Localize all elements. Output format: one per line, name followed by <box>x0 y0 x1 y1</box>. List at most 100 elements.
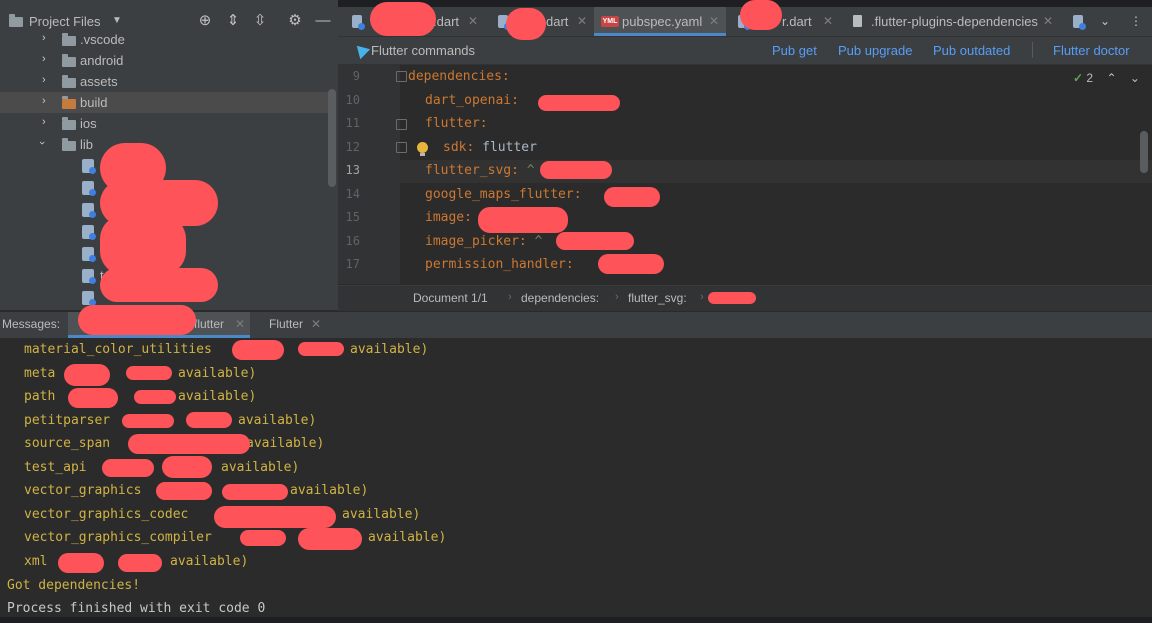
tree-item-ios[interactable]: › ios <box>0 113 330 134</box>
dart-file-icon <box>1073 15 1086 30</box>
messages-console[interactable]: material_color_utilities available) meta a… <box>0 338 1152 623</box>
yaml-colon: : <box>511 163 519 178</box>
tree-item-build[interactable]: › build <box>0 92 330 113</box>
breadcrumb-document[interactable]: Document 1/1 <box>413 291 488 305</box>
yaml-key: flutter <box>425 116 480 131</box>
yaml-file-icon: YML <box>601 16 619 27</box>
redaction-mark <box>740 0 782 30</box>
tab-messages-flutter-2[interactable]: Flutter <box>269 317 303 331</box>
chevron-up-icon[interactable]: ⌃ <box>1106 71 1116 85</box>
console-line: petitparser available) <box>24 413 316 428</box>
redaction-mark <box>100 268 218 302</box>
close-icon[interactable]: ✕ <box>709 14 719 28</box>
hide-icon[interactable]: — <box>315 13 331 29</box>
chevron-down-icon[interactable]: ▼ <box>112 15 122 26</box>
dart-file-icon <box>82 225 96 240</box>
yaml-value: flutter <box>474 140 537 155</box>
redaction-mark <box>222 484 288 500</box>
inspection-widget[interactable]: ✓ 2 ⌃ ⌄ <box>1073 71 1140 85</box>
available-text: available) <box>342 507 421 522</box>
chevron-right-icon[interactable]: › <box>42 74 46 86</box>
dart-file-icon <box>82 269 96 284</box>
tree-item-lib[interactable]: › lib <box>0 134 330 155</box>
package-name: xml <box>24 554 48 569</box>
tab-pubspec-yaml[interactable]: YML pubspec.yaml ✕ <box>594 7 726 36</box>
breadcrumb-flutter-svg[interactable]: flutter_svg: <box>628 291 687 305</box>
tree-item-label: build <box>80 95 108 110</box>
yaml-colon: : <box>501 69 510 84</box>
chevron-down-icon[interactable]: › <box>36 141 48 145</box>
tree-item-vscode[interactable]: › .vscode <box>0 29 330 50</box>
divider <box>1032 42 1033 58</box>
pub-upgrade-link[interactable]: Pub upgrade <box>838 43 912 58</box>
close-icon[interactable]: ✕ <box>823 14 833 28</box>
locate-icon[interactable]: ⊕ <box>197 13 213 29</box>
line-number: 11 <box>345 116 360 130</box>
messages-label: Messages: <box>2 317 61 331</box>
yaml-key: dart_openai <box>425 93 512 108</box>
code-line: permission_handler: <box>425 257 574 272</box>
package-name: source_span <box>24 436 111 451</box>
chevron-down-icon[interactable]: ⌄ <box>1100 14 1110 28</box>
folder-icon <box>62 117 76 130</box>
close-icon[interactable]: ✕ <box>1043 14 1053 28</box>
close-icon[interactable]: ✕ <box>311 317 321 331</box>
tab-label: r.dart <box>782 14 812 29</box>
check-icon: ✓ <box>1073 71 1084 85</box>
project-scrollbar[interactable] <box>328 89 336 187</box>
line-number: 16 <box>345 234 360 248</box>
expand-all-icon[interactable]: ⇕ <box>225 13 241 29</box>
available-text: available) <box>350 342 429 357</box>
flutter-commands-title: Flutter commands <box>371 43 476 58</box>
fold-icon[interactable] <box>396 71 407 82</box>
redaction-mark <box>708 292 756 304</box>
dart-file-icon <box>352 15 365 30</box>
code-line: dependencies: <box>408 69 510 84</box>
pub-get-link[interactable]: Pub get <box>772 43 817 58</box>
chevron-right-icon[interactable]: › <box>42 95 46 107</box>
fold-icon[interactable] <box>396 142 407 153</box>
yaml-colon: : <box>479 116 488 131</box>
console-line: source_span available) <box>24 436 324 451</box>
tree-item-android[interactable]: › android <box>0 50 330 71</box>
process-finished-line: Process finished with exit code 0 <box>7 601 266 616</box>
fold-icon[interactable] <box>396 119 407 130</box>
tab-flutter-plugins-dependencies[interactable]: .flutter-plugins-dependencies ✕ <box>840 7 1058 36</box>
yaml-colon: : <box>511 93 519 108</box>
close-icon[interactable]: ✕ <box>235 317 245 331</box>
gear-icon[interactable]: ⚙ <box>287 13 303 29</box>
redaction-mark <box>68 388 118 408</box>
collapse-all-icon[interactable]: ⇳ <box>252 13 268 29</box>
chevron-right-icon: › <box>508 291 512 303</box>
code-editor[interactable]: 9 10 11 12 13 14 15 16 17 dependencies: … <box>338 65 1152 284</box>
yaml-key: permission_handler <box>425 257 566 272</box>
redaction-mark <box>162 456 212 478</box>
lightbulb-icon[interactable] <box>417 142 428 156</box>
chevron-down-icon[interactable]: ⌄ <box>1130 71 1140 85</box>
close-icon[interactable]: ✕ <box>468 14 478 28</box>
package-name: vector_graphics_compiler <box>24 530 212 545</box>
close-icon[interactable]: ✕ <box>577 14 587 28</box>
available-text: available) <box>368 530 447 545</box>
breadcrumb-dependencies[interactable]: dependencies: <box>521 291 599 305</box>
editor-scrollbar[interactable] <box>1140 131 1148 173</box>
chevron-right-icon[interactable]: › <box>42 116 46 128</box>
yaml-value: ^ <box>526 234 543 249</box>
project-view-selector[interactable]: Project Files <box>29 14 101 29</box>
flutter-doctor-link[interactable]: Flutter doctor <box>1053 43 1130 58</box>
chevron-right-icon: › <box>700 291 704 303</box>
console-line: xml available) <box>24 554 248 569</box>
code-line: sdk: flutter <box>443 140 537 155</box>
package-name: petitparser <box>24 413 111 428</box>
more-icon[interactable]: ⋮ <box>1130 14 1142 28</box>
yaml-value: ^ <box>518 163 535 178</box>
tree-item-assets[interactable]: › assets <box>0 71 330 92</box>
chevron-right-icon[interactable]: › <box>42 53 46 65</box>
tab-dart-file-4[interactable] <box>1060 7 1100 36</box>
available-text: available) <box>246 436 325 451</box>
chevron-right-icon[interactable]: › <box>42 32 46 44</box>
redaction-mark <box>538 95 620 111</box>
pub-outdated-link[interactable]: Pub outdated <box>933 43 1010 58</box>
yaml-key: dependencies <box>408 69 502 84</box>
excluded-folder-icon <box>62 96 76 109</box>
